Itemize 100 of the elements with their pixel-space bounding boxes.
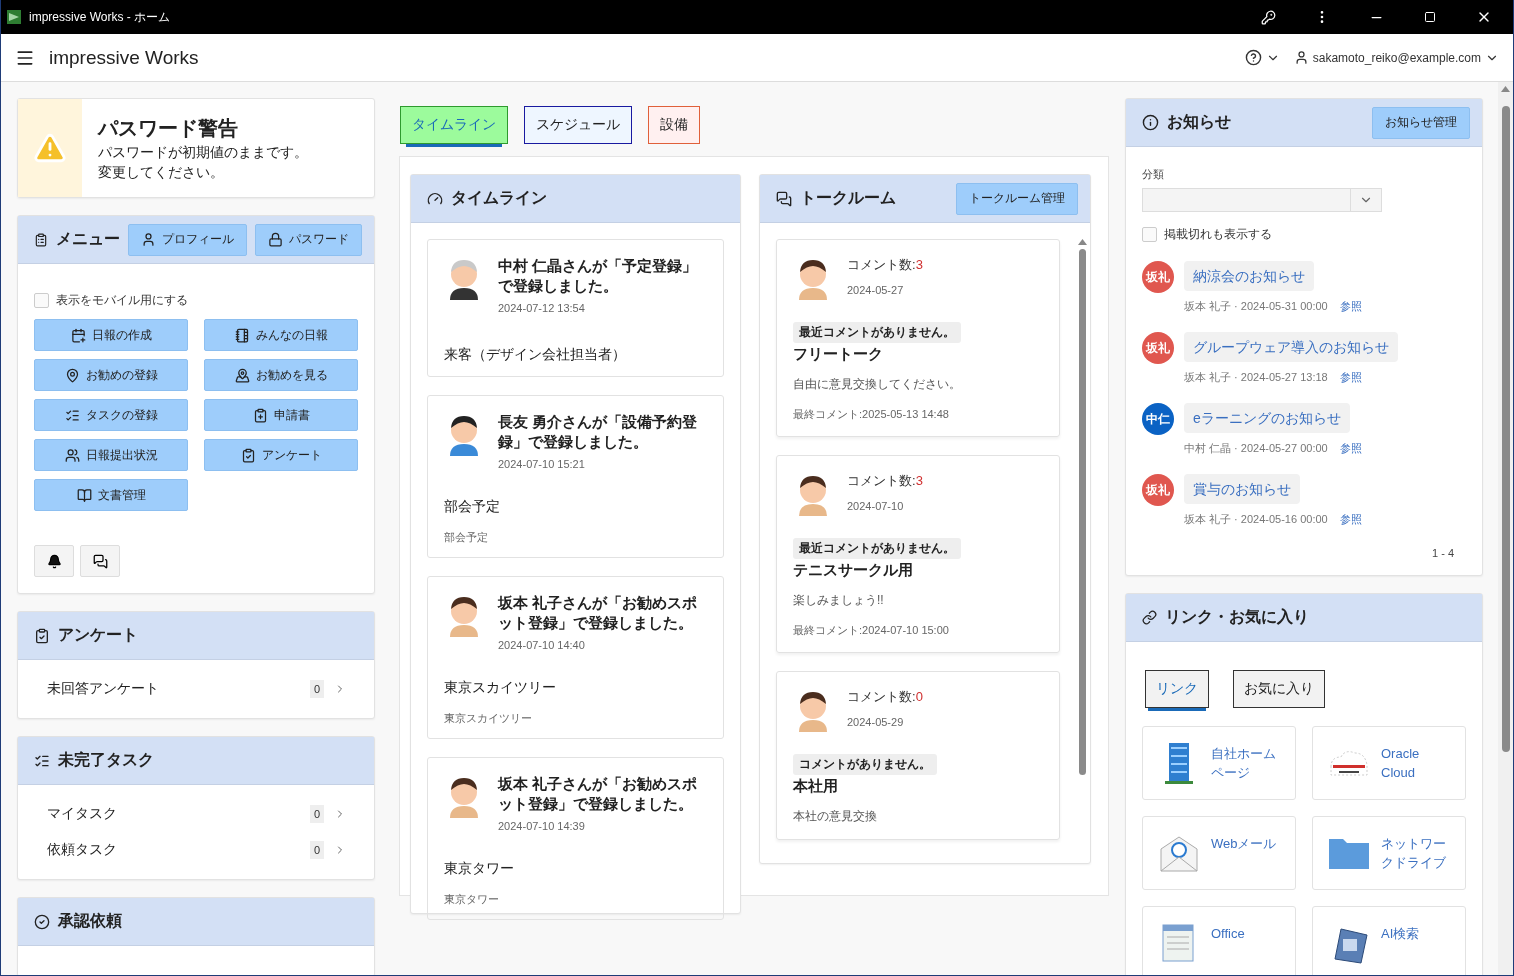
tab[interactable]: お気に入り bbox=[1233, 670, 1325, 708]
chat-icon bbox=[776, 190, 792, 207]
warning-icon bbox=[33, 131, 67, 165]
bell-button[interactable] bbox=[34, 545, 74, 577]
post-time: 2024-07-10 14:40 bbox=[498, 639, 586, 651]
scroll-up-icon[interactable] bbox=[1501, 86, 1510, 92]
tab[interactable]: タイムライン bbox=[400, 106, 508, 144]
list-item-link[interactable]: 依頼タスク bbox=[47, 841, 300, 859]
room-date: 2024-07-10 bbox=[847, 500, 905, 512]
card-title: 未完了タスク bbox=[58, 750, 155, 770]
menu-button[interactable]: 申請書 bbox=[204, 399, 358, 431]
post-detail: 東京スカイツリー bbox=[444, 711, 533, 726]
menu-button[interactable]: お勧めを見る bbox=[204, 359, 358, 391]
count-badge: 0 bbox=[309, 805, 324, 823]
scrollbar[interactable] bbox=[1498, 82, 1513, 975]
card-title: メニュー bbox=[56, 229, 120, 249]
checklist-icon bbox=[64, 407, 80, 423]
menu-button[interactable]: 文書管理 bbox=[34, 479, 188, 511]
card-title: アンケート bbox=[58, 625, 139, 645]
scroll-up-icon[interactable] bbox=[1077, 239, 1087, 245]
link-tile[interactable]: 自社ホームページ bbox=[1142, 726, 1296, 800]
view-link[interactable]: 参照 bbox=[1339, 441, 1362, 456]
clipboard-icon bbox=[34, 231, 48, 248]
calendar-plus-icon bbox=[70, 327, 86, 343]
menu-button[interactable]: タスクの登録 bbox=[34, 399, 188, 431]
menu-button[interactable]: アンケート bbox=[204, 439, 358, 471]
link-tile[interactable]: ネットワークドライブ bbox=[1312, 816, 1466, 890]
notice-manage-button[interactable]: お知らせ管理 bbox=[1372, 106, 1470, 139]
menu-button[interactable]: お勧めの登録 bbox=[34, 359, 188, 391]
book-icon bbox=[76, 487, 92, 503]
maximize-icon[interactable] bbox=[1424, 11, 1436, 23]
menu-button[interactable]: みんなの日報 bbox=[204, 319, 358, 351]
room-description: 本社の意見交換 bbox=[793, 808, 878, 825]
key-icon[interactable] bbox=[1260, 9, 1276, 25]
card-title: タイムライン bbox=[451, 188, 548, 208]
count-badge: 0 bbox=[309, 680, 324, 698]
clipboard-plus-icon bbox=[252, 407, 268, 423]
user-icon bbox=[1293, 50, 1309, 65]
gauge-icon bbox=[427, 190, 443, 207]
room-name: フリートーク bbox=[793, 345, 884, 364]
tab[interactable]: スケジュール bbox=[524, 106, 632, 144]
room-description: 自由に意見交換してください。 bbox=[793, 376, 962, 393]
field-label: 分類 bbox=[1142, 167, 1165, 182]
notice-title-link[interactable]: eラーニングのお知らせ bbox=[1184, 403, 1350, 433]
count-badge: 0 bbox=[309, 841, 324, 859]
notice-meta: 坂本 礼子 · 2024-05-16 00:00 bbox=[1184, 512, 1328, 527]
view-link[interactable]: 参照 bbox=[1339, 299, 1362, 314]
room-description: 楽しみましょう!! bbox=[793, 592, 885, 609]
view-link[interactable]: 参照 bbox=[1339, 370, 1362, 385]
talkroom-card-item[interactable]: コメント数:3 2024-05-27 最近コメントがありません。 フリートーク 自由に意見交換してください。 最終コメント:2025-05-13 14:48 bbox=[776, 239, 1060, 437]
menu-button[interactable]: 日報の作成 bbox=[34, 319, 188, 351]
talkroom-card-item[interactable]: コメント数:0 2024-05-29 コメントがありません。 本社用 本社の意見交換 bbox=[776, 671, 1060, 840]
notice-title-link[interactable]: 納涼会のお知らせ bbox=[1184, 261, 1314, 291]
initials-avatar: 坂礼 bbox=[1142, 474, 1174, 506]
warning-title: パスワード警告 bbox=[98, 116, 239, 141]
room-date: 2024-05-29 bbox=[847, 716, 905, 728]
notice-title-link[interactable]: グループウェア導入のお知らせ bbox=[1184, 332, 1398, 362]
profile-button[interactable]: プロフィール bbox=[128, 223, 247, 256]
link-tile[interactable]: Webメール bbox=[1142, 816, 1296, 890]
user-icon bbox=[141, 232, 156, 247]
room-name: テニスサークル用 bbox=[793, 561, 914, 580]
bell-icon bbox=[46, 553, 62, 569]
post-detail: 部会予定 bbox=[444, 530, 489, 545]
notebook-icon bbox=[234, 327, 250, 343]
view-link[interactable]: 参照 bbox=[1339, 512, 1362, 527]
card-title: 承認依頼 bbox=[58, 911, 123, 931]
link-tile[interactable]: Office bbox=[1142, 906, 1296, 975]
talkroom-card-item[interactable]: コメント数:3 2024-07-10 最近コメントがありません。 テニスサークル用 楽しみましょう!! 最終コメント:2024-07-10 15:00 bbox=[776, 455, 1060, 653]
card-title: リンク・お気に入り bbox=[1165, 607, 1310, 627]
room-date: 2024-05-27 bbox=[847, 284, 905, 296]
notice-title-link[interactable]: 賞与のお知らせ bbox=[1184, 474, 1300, 504]
tab[interactable]: リンク bbox=[1145, 670, 1209, 708]
map-pin-icon bbox=[64, 367, 80, 383]
comment-count: コメント数:3 bbox=[847, 472, 923, 490]
status-badge: 最近コメントがありません。 bbox=[793, 322, 961, 343]
last-comment: 最終コメント:2024-07-10 15:00 bbox=[793, 623, 950, 638]
pagination-range: 1 - 4 bbox=[1432, 547, 1454, 559]
menu-button[interactable]: 日報提出状況 bbox=[34, 439, 188, 471]
comment-count: コメント数:0 bbox=[847, 688, 923, 706]
chat-button[interactable] bbox=[80, 545, 120, 577]
talkroom-manage-button[interactable]: トークルーム管理 bbox=[956, 182, 1078, 215]
help-icon[interactable] bbox=[1244, 49, 1262, 66]
notice-meta: 中村 仁晶 · 2024-05-27 00:00 bbox=[1184, 441, 1328, 456]
tab[interactable]: 設備 bbox=[648, 106, 700, 144]
post-headline: 中村 仁晶さんが「予定登録」で登録しました。 bbox=[498, 256, 699, 296]
password-button[interactable]: パスワード bbox=[255, 223, 362, 256]
link-tile[interactable]: AI検索 bbox=[1312, 906, 1466, 975]
post-subject: 東京スカイツリー bbox=[444, 679, 557, 697]
post-headline: 長友 勇介さんが「設備予約登録」で登録しました。 bbox=[498, 412, 699, 452]
link-tile[interactable]: Oracle Cloud bbox=[1312, 726, 1466, 800]
checkbox[interactable]: 表示をモバイル用にする bbox=[34, 292, 358, 309]
list-item-link[interactable]: 未回答アンケート bbox=[47, 680, 300, 698]
user-email[interactable]: sakamoto_reiko@example.com bbox=[1312, 50, 1481, 65]
warning-message: パスワードが初期値のままです。 bbox=[98, 143, 308, 162]
app-logo bbox=[7, 10, 21, 24]
post-time: 2024-07-12 13:54 bbox=[498, 302, 586, 314]
notice-meta: 坂本 礼子 · 2024-05-31 00:00 bbox=[1184, 299, 1328, 314]
initials-avatar: 坂礼 bbox=[1142, 332, 1174, 364]
list-item-link[interactable]: マイタスク bbox=[47, 805, 300, 823]
checkbox[interactable]: 掲載切れも表示する bbox=[1142, 226, 1466, 243]
